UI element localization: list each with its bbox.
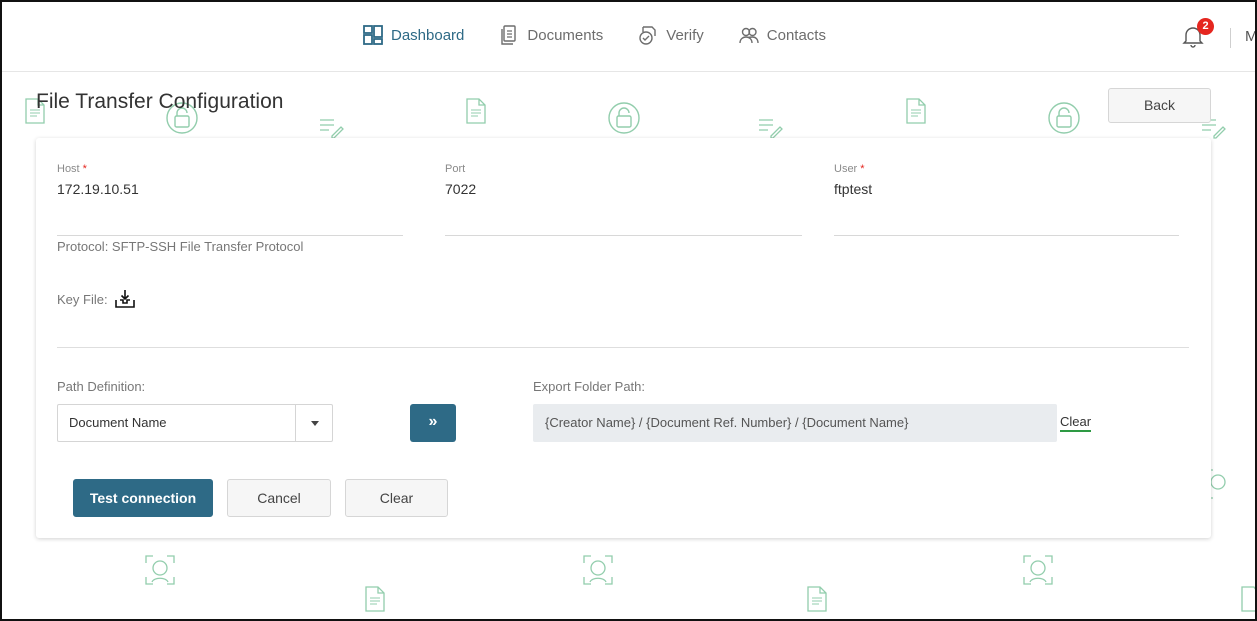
add-path-segment-button[interactable]: » (410, 404, 456, 442)
host-label: Host * (57, 163, 87, 175)
clear-button[interactable]: Clear (345, 479, 448, 517)
watermark-lock-icon (608, 102, 640, 134)
app-window: Dashboard Documents Verify Contacts 2 M … (0, 0, 1257, 621)
configuration-card: Host * 172.19.10.51 Port 7022 User * ftpte… (36, 138, 1211, 538)
watermark-sign-icon (759, 119, 783, 139)
nav-verify-label: Verify (666, 26, 704, 44)
user-label: User * (834, 163, 865, 175)
user-menu[interactable]: M (1245, 28, 1255, 45)
watermark-document-icon (906, 98, 926, 124)
nav-dashboard[interactable]: Dashboard (362, 24, 464, 46)
nav-documents[interactable]: Documents (498, 24, 603, 46)
watermark-face-scan-icon (1023, 555, 1053, 585)
watermark-document-icon (365, 586, 385, 612)
export-folder-path-label: Export Folder Path: (533, 379, 645, 394)
watermark-document-icon (807, 586, 827, 612)
select-separator (295, 405, 296, 441)
key-file-row: Key File: (57, 288, 136, 310)
port-label: Port (445, 163, 466, 175)
port-field[interactable]: Port 7022 (445, 163, 802, 236)
key-file-label: Key File: (57, 291, 108, 307)
required-marker: * (82, 163, 87, 175)
protocol-text: Protocol: SFTP-SSH File Transfer Protoco… (57, 239, 304, 254)
port-input[interactable]: 7022 (445, 181, 802, 197)
path-definition-label: Path Definition: (57, 379, 146, 394)
port-underline (445, 235, 802, 236)
path-definition-select[interactable]: Document Name (57, 404, 333, 442)
clear-path-link[interactable]: Clear (1060, 414, 1092, 432)
user-underline (834, 235, 1179, 236)
watermark-face-scan-icon (145, 555, 175, 585)
section-divider (57, 347, 1189, 348)
documents-icon (498, 24, 520, 46)
path-definition-value: Document Name (69, 415, 167, 430)
cancel-button[interactable]: Cancel (227, 479, 331, 517)
test-connection-button[interactable]: Test connection (73, 479, 213, 517)
nav-verify[interactable]: Verify (637, 24, 704, 46)
verify-icon (637, 24, 659, 46)
watermark-lock-icon (1048, 102, 1080, 134)
nav-documents-label: Documents (527, 26, 604, 44)
nav-contacts-label: Contacts (766, 26, 826, 44)
main-nav: Dashboard Documents Verify Contacts (362, 24, 860, 46)
download-icon[interactable] (114, 288, 136, 310)
top-navigation-bar: Dashboard Documents Verify Contacts 2 M (2, 2, 1255, 72)
watermark-document-icon (1241, 586, 1255, 612)
nav-divider (1230, 28, 1231, 48)
host-field[interactable]: Host * 172.19.10.51 (57, 163, 403, 236)
user-input[interactable]: ftptest (834, 181, 1179, 197)
watermark-document-icon (466, 98, 486, 124)
notification-badge: 2 (1197, 18, 1214, 35)
host-underline (57, 235, 403, 236)
required-marker: * (860, 163, 865, 175)
export-folder-path-field: {Creator Name} / {Document Ref. Number} … (533, 404, 1057, 442)
watermark-sign-icon (320, 119, 344, 139)
page-title: File Transfer Configuration (36, 90, 284, 113)
contacts-icon (738, 24, 760, 46)
nav-contacts[interactable]: Contacts (738, 24, 826, 46)
watermark-face-scan-icon (583, 555, 613, 585)
back-button[interactable]: Back (1108, 88, 1211, 123)
user-field[interactable]: User * ftptest (834, 163, 1179, 236)
caret-down-icon (311, 421, 319, 426)
dashboard-icon (362, 24, 384, 46)
host-input[interactable]: 172.19.10.51 (57, 181, 403, 197)
nav-dashboard-label: Dashboard (391, 26, 465, 44)
